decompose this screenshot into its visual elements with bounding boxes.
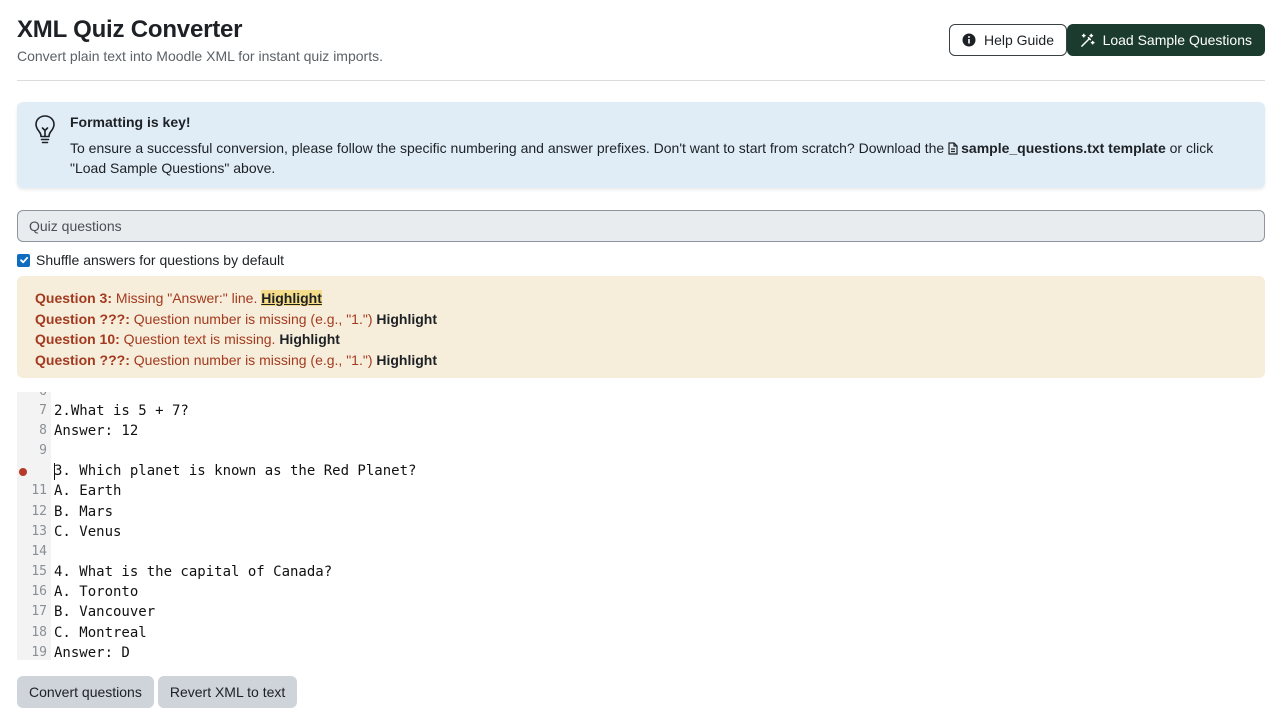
- editor-line: 8 Answer: 12: [17, 421, 1265, 441]
- editor-line: 7 2.What is 5 + 7?: [17, 401, 1265, 421]
- line-text: Answer: D: [54, 645, 130, 660]
- line-number: 17: [31, 604, 47, 619]
- line-text: 3. Which planet is known as the Red Plan…: [54, 463, 417, 479]
- line-text: B. Mars: [54, 504, 114, 520]
- line-number: 11: [31, 483, 47, 498]
- line-number: 16: [31, 584, 47, 599]
- line-number: 7: [39, 403, 47, 418]
- editor-line: 14: [17, 542, 1265, 562]
- error-item: Question ???: Question number is missing…: [35, 350, 1247, 371]
- magic-wand-icon: [1080, 33, 1095, 47]
- editor-line: 19 Answer: D: [17, 643, 1265, 660]
- line-text: C. Venus: [54, 524, 122, 540]
- convert-questions-button[interactable]: Convert questions: [17, 676, 154, 708]
- code-editor[interactable]: 6 72.What is 5 + 7? 8Answer: 12 9 3. Whi…: [17, 392, 1265, 660]
- error-question: Question ???:: [35, 310, 130, 327]
- shuffle-option[interactable]: Shuffle answers for questions by default: [17, 251, 284, 269]
- load-sample-questions-label: Load Sample Questions: [1102, 32, 1252, 48]
- lightbulb-icon: [35, 115, 55, 144]
- shuffle-label: Shuffle answers for questions by default: [36, 252, 285, 268]
- highlight-link[interactable]: Highlight: [376, 352, 437, 368]
- validation-errors-alert: Question 3: Missing "Answer:" line. High…: [17, 276, 1265, 378]
- editor-line: 16 A. Toronto: [17, 582, 1265, 602]
- sample-template-link[interactable]: sample_questions.txt template: [961, 140, 1166, 156]
- editor-line: 17 B. Vancouver: [17, 602, 1265, 622]
- checkmark-icon: [19, 256, 28, 264]
- line-text: 4. What is the capital of Canada?: [54, 564, 333, 580]
- page-subtitle: Convert plain text into Moodle XML for i…: [17, 48, 383, 64]
- file-icon: [948, 142, 958, 155]
- error-marker[interactable]: [19, 468, 27, 476]
- highlight-link[interactable]: Highlight: [261, 290, 322, 306]
- editor-line: 11 A. Earth: [17, 481, 1265, 501]
- formatting-info-alert: Formatting is key! To ensure a successfu…: [17, 102, 1265, 188]
- help-guide-button[interactable]: Help Guide: [948, 24, 1067, 56]
- alert-heading: Formatting is key!: [70, 114, 191, 130]
- page-header: XML Quiz Converter Convert plain text in…: [17, 14, 1265, 81]
- line-number: 14: [31, 544, 47, 559]
- line-number: 9: [39, 443, 47, 458]
- info-icon: [962, 33, 976, 47]
- revert-xml-button[interactable]: Revert XML to text: [157, 676, 298, 708]
- shuffle-checkbox[interactable]: [17, 253, 30, 267]
- page-title: XML Quiz Converter: [17, 16, 243, 43]
- line-number: 19: [31, 645, 47, 660]
- line-text: A. Toronto: [54, 584, 139, 600]
- editor-line-error: 3. Which planet is known as the Red Plan…: [17, 461, 1265, 481]
- line-number: 12: [31, 504, 47, 519]
- line-number: 13: [31, 524, 47, 539]
- help-guide-label: Help Guide: [983, 32, 1054, 48]
- editor-line: 9: [17, 441, 1265, 461]
- editor-line: 18 C. Montreal: [17, 623, 1265, 643]
- editor-line: 13 C. Venus: [17, 522, 1265, 542]
- error-message: Question number is missing (e.g., "1."): [129, 351, 377, 368]
- editor-line: 12 B. Mars: [17, 502, 1265, 522]
- line-text: B. Vancouver: [54, 604, 156, 620]
- alert-body-text: To ensure a successful conversion, pleas…: [70, 140, 949, 156]
- error-message: Missing "Answer:" line.: [112, 290, 262, 306]
- editor-line: 15 4. What is the capital of Canada?: [17, 562, 1265, 582]
- line-number: 15: [31, 564, 47, 579]
- error-item: Question 3: Missing "Answer:" line. High…: [35, 288, 1247, 309]
- line-number: 8: [39, 423, 47, 438]
- line-text: Answer: 12: [54, 423, 139, 439]
- error-question: Question 3:: [35, 290, 113, 306]
- line-text: C. Montreal: [54, 625, 147, 641]
- error-question: Question ???:: [35, 351, 130, 368]
- error-message: Question text is missing.: [119, 331, 280, 347]
- line-text: 2.What is 5 + 7?: [54, 403, 189, 419]
- highlight-link[interactable]: Highlight: [279, 331, 340, 347]
- alert-body: To ensure a successful conversion, pleas…: [70, 138, 1230, 178]
- quiz-questions-input[interactable]: [17, 210, 1265, 242]
- error-question: Question 10:: [35, 331, 120, 347]
- error-item: Question 10: Question text is missing. H…: [35, 329, 1247, 350]
- error-item: Question ???: Question number is missing…: [35, 309, 1247, 330]
- line-number: 18: [31, 625, 47, 640]
- action-buttons: Convert questions Revert XML to text: [17, 676, 298, 708]
- highlight-link[interactable]: Highlight: [376, 311, 437, 327]
- error-message: Question number is missing (e.g., "1."): [129, 310, 377, 327]
- line-text: A. Earth: [54, 483, 122, 499]
- load-sample-questions-button[interactable]: Load Sample Questions: [1066, 24, 1265, 56]
